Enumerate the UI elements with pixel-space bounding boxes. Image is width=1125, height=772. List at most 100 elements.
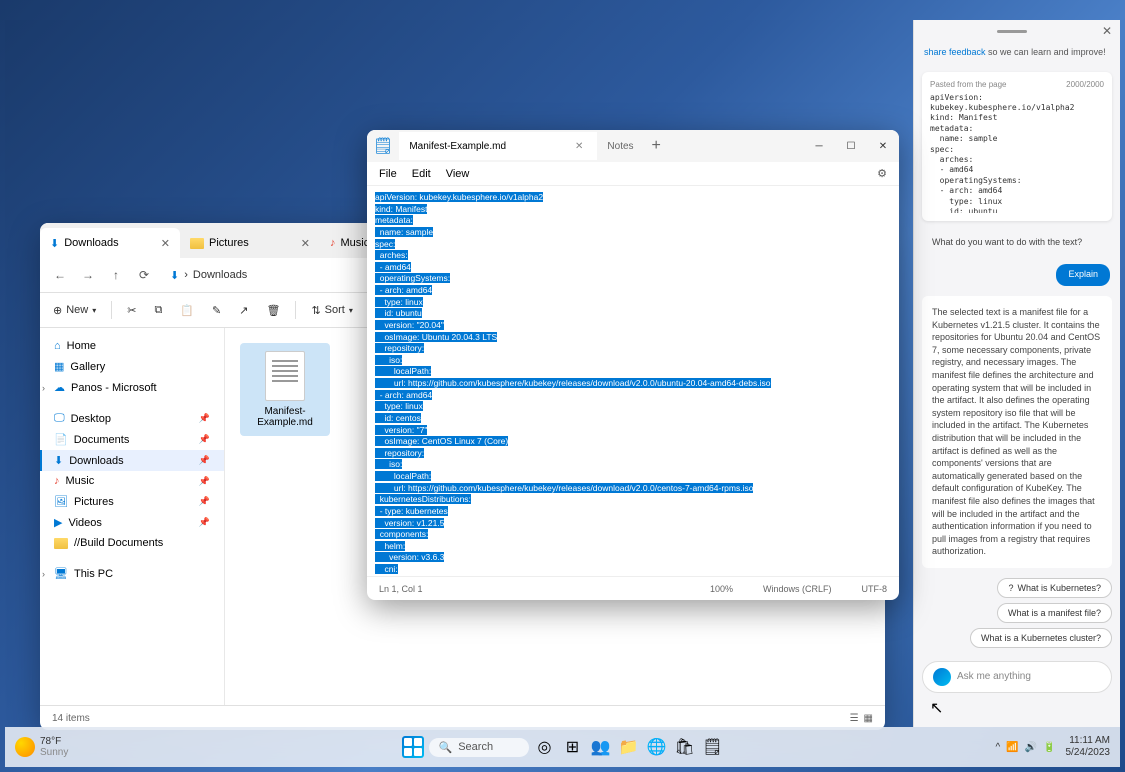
up-button[interactable]: ↑ (106, 265, 126, 285)
pin-icon: 📌 (199, 476, 210, 487)
user-message: Explain (1056, 264, 1110, 286)
chevron-right-icon: › (42, 569, 45, 579)
bot-prompt: What do you want to do with the text? (924, 231, 1110, 255)
new-tab-button[interactable]: + (644, 137, 669, 155)
sidebar-videos[interactable]: ▶Videos📌 (40, 512, 224, 533)
close-button[interactable]: ✕ (867, 132, 899, 160)
task-view-icon[interactable]: ⊞ (561, 735, 585, 759)
weather-widget[interactable]: 78°F Sunny (15, 736, 68, 758)
paste-label: Pasted from the page (930, 80, 1007, 89)
new-button[interactable]: ⊕New▾ (50, 301, 99, 320)
forward-button[interactable]: → (78, 265, 98, 285)
gear-icon[interactable]: ⚙ (877, 167, 887, 180)
video-icon: ▶ (54, 516, 62, 529)
tab-pictures[interactable]: Pictures ✕ (180, 228, 320, 258)
close-icon[interactable]: ✕ (1102, 24, 1112, 38)
menu-view[interactable]: View (446, 168, 470, 180)
tab-label: Notes (607, 141, 633, 152)
drag-handle[interactable] (997, 30, 1027, 33)
sidebar-music[interactable]: ♪Music📌 (40, 471, 224, 491)
maximize-button[interactable]: ☐ (835, 132, 867, 160)
file-manifest[interactable]: Manifest-Example.md (240, 343, 330, 436)
rename-button[interactable]: ✎ (209, 301, 224, 320)
cursor-position: Ln 1, Col 1 (379, 584, 680, 594)
notepad-taskbar-icon[interactable]: 🗒 (701, 735, 725, 759)
zoom-level: 100% (710, 584, 733, 594)
notepad-content[interactable]: apiVersion: kubekey.kubesphere.io/v1alph… (367, 186, 899, 576)
desktop-icon: 🖵 (54, 412, 65, 425)
suggestion-1[interactable]: ?What is Kubernetes? (997, 578, 1112, 598)
cut-button[interactable]: ✂ (124, 301, 139, 320)
pin-icon: 📌 (199, 413, 210, 424)
cursor-icon: ↖ (930, 698, 943, 718)
feedback-link[interactable]: share feedback (924, 47, 986, 57)
tab-label: Manifest-Example.md (409, 141, 506, 152)
download-icon: ⬇ (170, 269, 179, 282)
sort-button[interactable]: ⇅Sort▾ (308, 301, 355, 320)
pin-icon: 📌 (199, 455, 210, 466)
item-count: 14 items (52, 713, 90, 724)
tab-label: Pictures (209, 237, 249, 249)
sidebar-build[interactable]: //Build Documents (40, 533, 224, 553)
explorer-sidebar: ⌂Home ▦Gallery ›☁Panos - Microsoft 🖵Desk… (40, 328, 225, 705)
menu-edit[interactable]: Edit (412, 168, 431, 180)
back-button[interactable]: ← (50, 265, 70, 285)
sidebar-documents[interactable]: 📄Documents📌 (40, 429, 224, 450)
sidebar-desktop[interactable]: 🖵Desktop📌 (40, 408, 224, 429)
clock[interactable]: 11:11 AM 5/24/2023 (1066, 735, 1111, 759)
menu-file[interactable]: File (379, 168, 397, 180)
sidebar-gallery[interactable]: ▦Gallery (40, 356, 224, 377)
notepad-tabs: 🗒 Manifest-Example.md ✕ Notes + ─ ☐ ✕ (367, 130, 899, 162)
suggestion-2[interactable]: What is a manifest file? (997, 603, 1112, 623)
tab-manifest[interactable]: Manifest-Example.md ✕ (399, 132, 597, 160)
system-tray[interactable]: ^ 📶 🔊 🔋 (995, 742, 1055, 753)
sidebar-home[interactable]: ⌂Home (40, 336, 224, 356)
notepad-window[interactable]: 🗒 Manifest-Example.md ✕ Notes + ─ ☐ ✕ Fi… (367, 130, 899, 600)
close-icon[interactable]: ✕ (301, 237, 310, 250)
edge-icon[interactable]: 🌐 (645, 735, 669, 759)
folder-icon (190, 238, 204, 249)
close-icon[interactable]: ✕ (161, 237, 170, 250)
copilot-input[interactable]: Ask me anything (922, 661, 1112, 693)
tab-downloads[interactable]: ⬇ Downloads ✕ (40, 228, 180, 258)
music-icon: ♪ (54, 475, 60, 487)
tab-notes[interactable]: Notes (597, 132, 643, 160)
explorer-icon[interactable]: 📁 (617, 735, 641, 759)
sidebar-onedrive[interactable]: ›☁Panos - Microsoft (40, 377, 224, 398)
pin-icon: 📌 (199, 434, 210, 445)
sidebar-pictures[interactable]: 🖼Pictures📌 (40, 491, 224, 512)
store-icon[interactable]: 🛍 (673, 735, 697, 759)
battery-icon[interactable]: 🔋 (1043, 742, 1055, 753)
download-icon: ⬇ (50, 237, 59, 250)
share-button[interactable]: ↗ (236, 301, 251, 320)
close-icon[interactable]: ✕ (571, 141, 587, 152)
sun-icon (15, 737, 35, 757)
document-icon: 📄 (54, 433, 68, 446)
copy-button[interactable]: ⧉ (151, 301, 165, 320)
start-button[interactable] (401, 735, 425, 759)
char-count: 2000/2000 (1066, 80, 1104, 89)
notepad-status-bar: Ln 1, Col 1 100% Windows (CRLF) UTF-8 (367, 576, 899, 600)
wifi-icon[interactable]: 📶 (1006, 742, 1018, 753)
sidebar-downloads[interactable]: ⬇Downloads📌 (40, 450, 224, 471)
suggestions: ?What is Kubernetes? What is a manifest … (914, 573, 1120, 653)
pasted-content-card: Pasted from the page 2000/2000 apiVersio… (922, 72, 1112, 221)
list-view-icon[interactable]: ☰ (850, 713, 859, 724)
line-ending: Windows (CRLF) (763, 584, 832, 594)
grid-view-icon[interactable]: ▦ (864, 713, 873, 724)
sidebar-thispc[interactable]: ›🖥This PC (40, 563, 224, 584)
notepad-icon: 🗒 (367, 136, 399, 156)
refresh-button[interactable]: ⟳ (134, 265, 154, 285)
notepad-menu: File Edit View ⚙ (367, 162, 899, 186)
weather-condition: Sunny (40, 747, 68, 758)
search-box[interactable]: 🔍Search (429, 738, 529, 757)
delete-button[interactable]: 🗑 (263, 301, 283, 320)
teams-icon[interactable]: 👥 (589, 735, 613, 759)
suggestion-3[interactable]: What is a Kubernetes cluster? (970, 628, 1112, 648)
chevron-up-icon[interactable]: ^ (995, 742, 1000, 753)
pin-icon: 📌 (199, 517, 210, 528)
paste-button: 📋 (177, 301, 197, 320)
copilot-icon[interactable]: ◎ (533, 735, 557, 759)
minimize-button[interactable]: ─ (803, 132, 835, 160)
volume-icon[interactable]: 🔊 (1025, 742, 1037, 753)
